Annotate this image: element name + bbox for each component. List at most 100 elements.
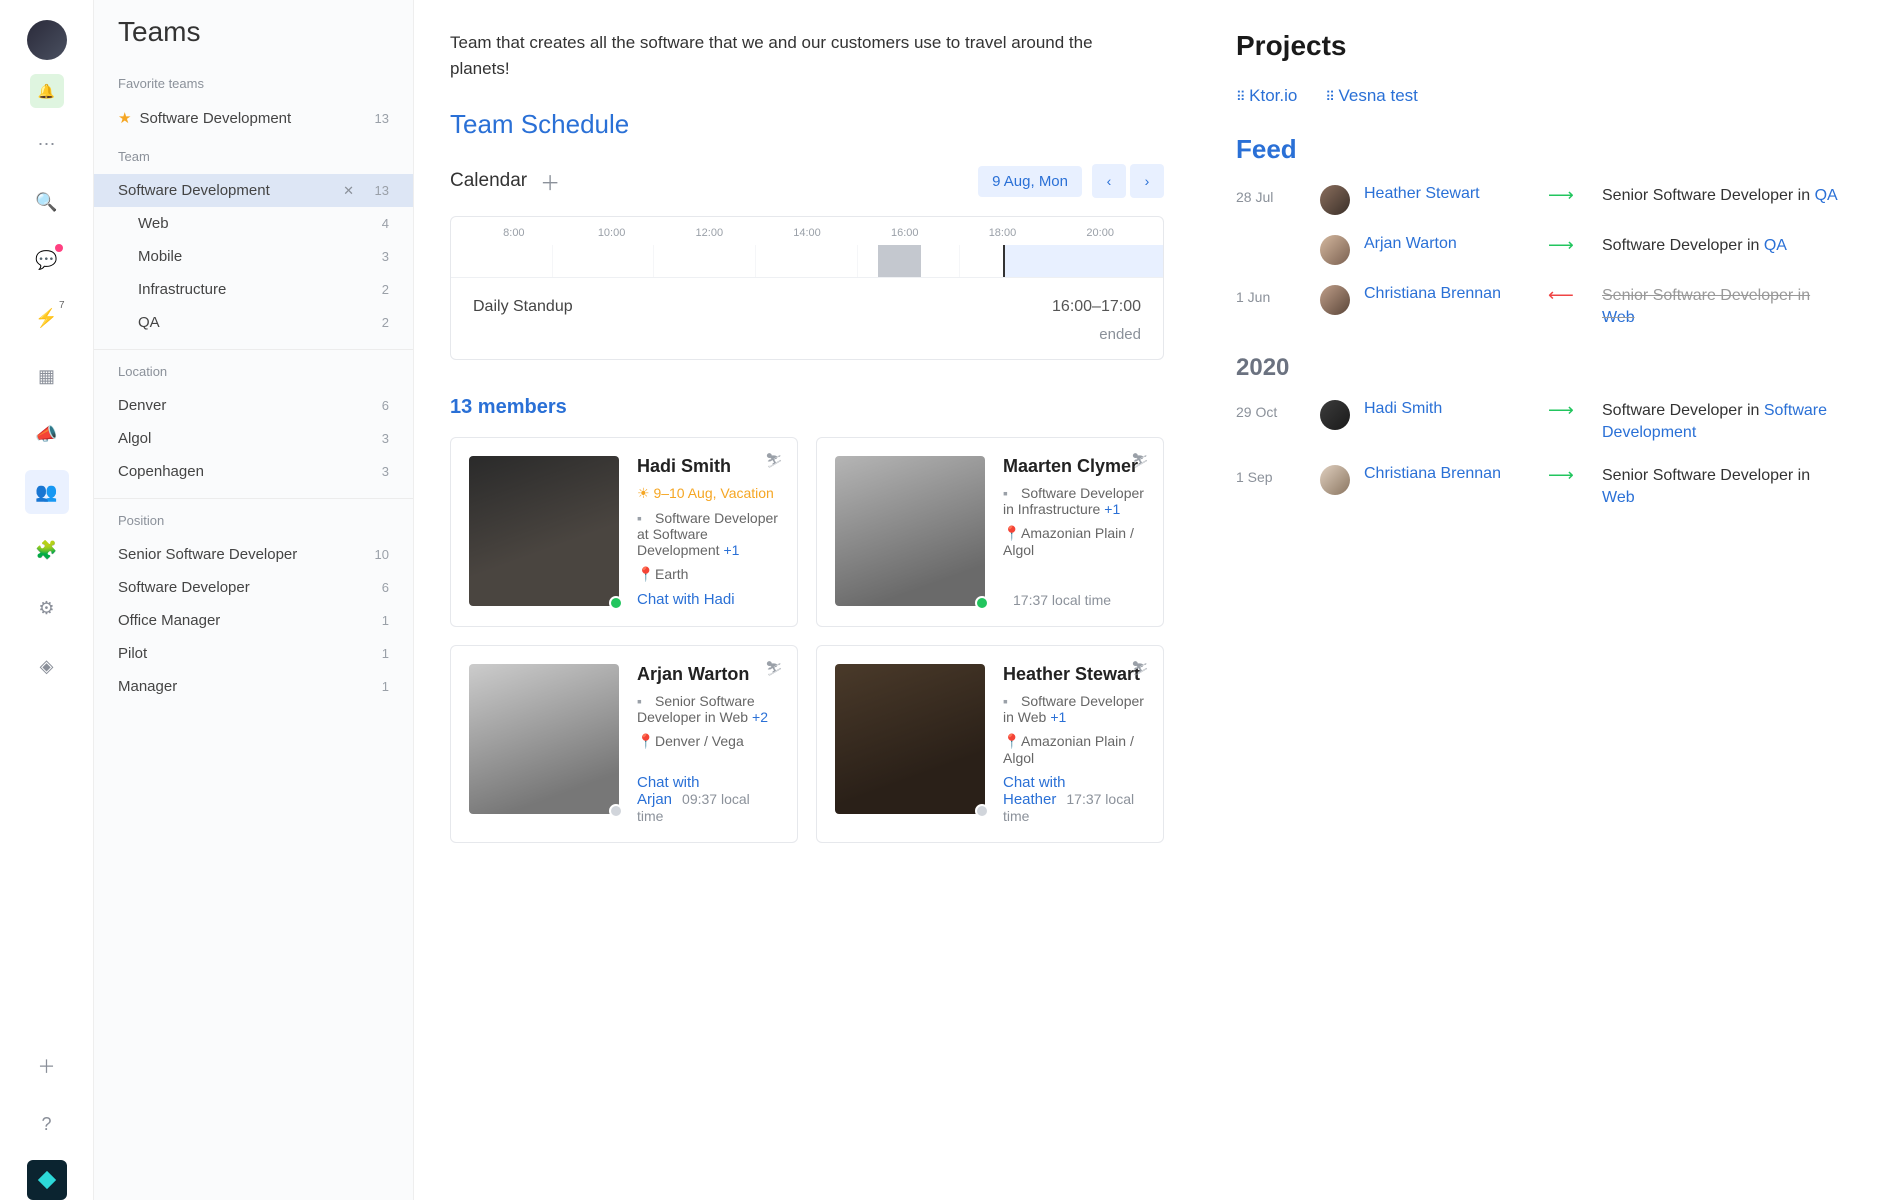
close-icon[interactable]: ✕: [341, 183, 357, 199]
right-pane: Projects Ktor.io Vesna test Feed 28 JulH…: [1200, 0, 1880, 1200]
feed-person-link[interactable]: Christiana Brennan: [1364, 285, 1534, 303]
sidebar-item[interactable]: Pilot1: [94, 637, 413, 670]
member-card[interactable]: Hadi Smith9–10 Aug, Vacation▪Software De…: [450, 437, 798, 627]
feed-avatar[interactable]: [1320, 400, 1350, 430]
extensions-icon[interactable]: 🧩: [25, 528, 69, 572]
feed-team-link[interactable]: QA: [1764, 237, 1787, 254]
time-ruler: 8:0010:0012:0014:0016:0018:0020:00: [451, 217, 1163, 245]
chat-link[interactable]: Chat with Hadi: [637, 591, 735, 608]
date-pill[interactable]: 9 Aug, Mon: [978, 166, 1082, 197]
projects-heading: Projects: [1236, 30, 1844, 62]
sidebar-item[interactable]: Web4: [94, 207, 413, 240]
member-card[interactable]: Maarten Clymer▪Software Developer in Inf…: [816, 437, 1164, 627]
project-link[interactable]: Ktor.io: [1236, 86, 1297, 106]
member-name: Heather Stewart: [1003, 664, 1145, 685]
feed-person-link[interactable]: Christiana Brennan: [1364, 465, 1534, 483]
feed-change-text: Senior Software Developer in Web: [1602, 465, 1844, 510]
sidebar-item[interactable]: Software Developer6: [94, 571, 413, 604]
sidebar-item[interactable]: Copenhagen3: [94, 455, 413, 488]
feed-team-link[interactable]: Software Development: [1602, 402, 1827, 441]
feed-person-link[interactable]: Arjan Warton: [1364, 235, 1534, 253]
member-role: ▪Software Developer in Web+1: [1003, 693, 1145, 725]
feed-avatar[interactable]: [1320, 185, 1350, 215]
member-role: ▪Software Developer in Infrastructure+1: [1003, 485, 1145, 517]
member-role: ▪Senior Software Developer in Web+2: [637, 693, 779, 725]
announce-icon[interactable]: 📣: [25, 412, 69, 456]
timeline: 8:0010:0012:0014:0016:0018:0020:00 Daily…: [450, 216, 1164, 360]
feed-date: 29 Oct: [1236, 400, 1306, 420]
feed-arrow-icon: ⟶: [1548, 185, 1588, 206]
product-logo-icon[interactable]: [27, 1160, 67, 1200]
member-card[interactable]: Heather Stewart ▪Software Developer in We…: [816, 645, 1164, 843]
feed-arrow-icon: ⟶: [1548, 465, 1588, 486]
feed-avatar[interactable]: [1320, 465, 1350, 495]
member-action-icon[interactable]: ⛷: [1131, 452, 1149, 469]
notification-icon[interactable]: 🔔: [30, 74, 64, 108]
apps-icon[interactable]: ▦: [25, 354, 69, 398]
sidebar-item[interactable]: Infrastructure2: [94, 273, 413, 306]
team-icon[interactable]: 👥: [25, 470, 69, 514]
search-icon[interactable]: 🔍: [25, 180, 69, 224]
settings-icon[interactable]: ⚙: [25, 586, 69, 630]
add-calendar-button[interactable]: ＋: [537, 168, 563, 194]
member-action-icon[interactable]: ⛷: [1131, 660, 1149, 677]
center-pane: Team that creates all the software that …: [414, 0, 1200, 1200]
sidebar-item-favorite[interactable]: ★ Software Development 13: [94, 101, 413, 135]
time-bar: [451, 245, 1163, 277]
sidebar-title: Teams: [94, 16, 413, 62]
member-role: ▪Software Developer at Software Developm…: [637, 510, 779, 558]
activity-icon[interactable]: ⚡7: [25, 296, 69, 340]
pin-icon: 📍: [1003, 525, 1017, 542]
member-photo: [469, 456, 619, 606]
sidebar-item-team-active[interactable]: Software Development ✕ 13: [94, 174, 413, 207]
event-status: ended: [451, 326, 1163, 359]
feed-person-link[interactable]: Hadi Smith: [1364, 400, 1534, 418]
feed-team-link[interactable]: Web: [1602, 309, 1635, 326]
activity-count: 7: [59, 300, 65, 311]
feed-team-link[interactable]: QA: [1815, 187, 1838, 204]
event-block[interactable]: [878, 245, 921, 277]
project-link[interactable]: Vesna test: [1325, 86, 1418, 106]
presence-indicator: [975, 804, 989, 818]
member-action-icon[interactable]: ⛷: [765, 660, 783, 677]
feed-avatar[interactable]: [1320, 285, 1350, 315]
sidebar-item[interactable]: Manager1: [94, 670, 413, 703]
pin-icon: 📍: [1003, 733, 1017, 750]
team-description: Team that creates all the software that …: [450, 30, 1150, 81]
member-name: Arjan Warton: [637, 664, 779, 685]
sidebar-item[interactable]: Office Manager1: [94, 604, 413, 637]
sidebar-item[interactable]: Denver6: [94, 389, 413, 422]
more-icon[interactable]: ⋯: [25, 122, 69, 166]
person-icon: ▪: [1003, 693, 1017, 709]
feed-date: 28 Jul: [1236, 185, 1306, 205]
sidebar-item[interactable]: QA2: [94, 306, 413, 339]
feed-change-text: Senior Software Developer in Web: [1602, 285, 1844, 330]
chat-icon[interactable]: 💬: [25, 238, 69, 282]
project-icon[interactable]: ◈: [25, 644, 69, 688]
feed-arrow-icon: ⟵: [1548, 285, 1588, 306]
member-action-icon[interactable]: ⛷: [765, 452, 783, 469]
member-card[interactable]: Arjan Warton ▪Senior Software Developer i…: [450, 645, 798, 843]
sidebar-item[interactable]: Mobile3: [94, 240, 413, 273]
sidebar-item[interactable]: Senior Software Developer10: [94, 538, 413, 571]
presence-indicator: [975, 596, 989, 610]
vacation-status: 9–10 Aug, Vacation: [637, 485, 779, 502]
team-header: Team: [94, 135, 413, 174]
favorites-header: Favorite teams: [94, 62, 413, 101]
add-icon[interactable]: ＋: [25, 1044, 69, 1088]
person-icon: ▪: [637, 693, 651, 709]
prev-day-button[interactable]: ‹: [1092, 164, 1126, 198]
nav-rail: 🔔 ⋯ 🔍 💬 ⚡7 ▦ 📣 👥 🧩 ⚙ ◈ ＋ ?: [0, 0, 94, 1200]
feed-team-link[interactable]: Web: [1602, 489, 1635, 506]
help-icon[interactable]: ?: [25, 1102, 69, 1146]
chat-link[interactable]: Chat with Heather: [1003, 774, 1066, 808]
feed-row: 1 JunChristiana Brennan⟵Senior Software …: [1236, 285, 1844, 330]
next-day-button[interactable]: ›: [1130, 164, 1164, 198]
person-icon: ▪: [1003, 485, 1017, 501]
feed-year: 2020: [1236, 354, 1844, 382]
sidebar-item[interactable]: Algol3: [94, 422, 413, 455]
feed-avatar[interactable]: [1320, 235, 1350, 265]
feed-person-link[interactable]: Heather Stewart: [1364, 185, 1534, 203]
member-location: 📍Denver / Vega: [637, 733, 779, 750]
user-avatar[interactable]: [27, 20, 67, 60]
